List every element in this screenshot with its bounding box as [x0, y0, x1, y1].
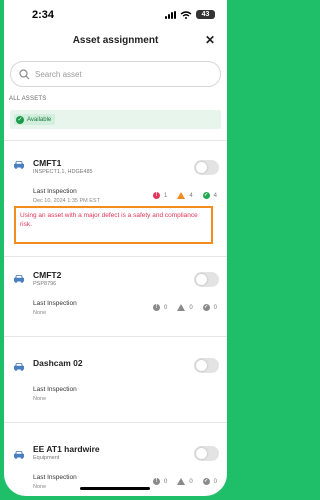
check-icon: ✓: [16, 115, 24, 124]
available-filter-chip[interactable]: ✓ Available: [14, 114, 56, 125]
ok-count: ✓ 0: [202, 304, 217, 311]
assign-toggle[interactable]: [194, 358, 219, 373]
chip-label: Available: [27, 116, 52, 123]
ok-icon: ✓: [202, 304, 210, 311]
vehicle-icon: [14, 451, 24, 459]
minor-defect-icon: [177, 478, 186, 485]
status-icons: 43: [165, 10, 215, 19]
battery-icon: 43: [196, 10, 215, 19]
inspection-label: Last Inspection: [33, 474, 77, 481]
section-label: ALL ASSETS: [9, 96, 47, 102]
signal-icon: [165, 10, 176, 19]
major-count: ! 0: [152, 478, 167, 485]
search-icon: [19, 68, 30, 79]
asset-name: CMFT1: [33, 158, 62, 168]
search-field[interactable]: [10, 61, 221, 87]
minor-defect-icon: [177, 304, 186, 311]
close-button[interactable]: ✕: [205, 33, 215, 47]
assign-toggle[interactable]: [194, 160, 219, 175]
assign-toggle[interactable]: [194, 272, 219, 287]
defect-counts: ! 1 4 ✓ 4: [152, 192, 217, 199]
page-title: Asset assignment: [72, 35, 159, 46]
defect-counts: ! 0 0 ✓ 0: [152, 478, 217, 485]
asset-name: CMFT2: [33, 270, 62, 280]
asset-subtitle: INSPECT1.1, HDGE485: [33, 169, 93, 175]
home-indicator: [80, 487, 150, 490]
ok-count: ✓ 4: [202, 192, 217, 199]
major-defect-icon: !: [152, 304, 160, 311]
vehicle-icon: [14, 275, 24, 283]
search-input[interactable]: [35, 69, 185, 79]
inspection-label: Last Inspection: [33, 188, 77, 195]
ok-icon: ✓: [202, 192, 210, 199]
wifi-icon: [180, 10, 192, 19]
inspection-label: Last Inspection: [33, 386, 77, 393]
asset-subtitle: PSP8796: [33, 281, 57, 287]
vehicle-icon: [14, 161, 24, 169]
divider: [4, 336, 227, 337]
ok-count: ✓ 0: [202, 478, 217, 485]
major-defect-icon: !: [152, 478, 160, 485]
major-defect-warning: Using an asset with a major defect is a …: [14, 206, 213, 244]
minor-defect-icon: [177, 192, 186, 199]
warning-text: Using an asset with a major defect is a …: [20, 212, 198, 228]
inspection-value: Dec 10, 2024 1:35 PM EST: [33, 198, 100, 204]
major-count: ! 0: [152, 304, 167, 311]
inspection-value: None: [33, 396, 47, 402]
divider: [4, 422, 227, 423]
major-defect-icon: !: [152, 192, 160, 199]
status-time: 2:34: [32, 9, 55, 21]
asset-subtitle: Equipment: [33, 455, 60, 461]
defect-counts: ! 0 0 ✓ 0: [152, 304, 217, 311]
divider: [4, 256, 227, 257]
minor-count: 0: [177, 478, 193, 485]
header: Asset assignment ✕: [4, 30, 227, 52]
inspection-value: None: [33, 484, 47, 490]
minor-count: 4: [177, 192, 193, 199]
ok-icon: ✓: [202, 478, 210, 485]
minor-count: 0: [177, 304, 193, 311]
assign-toggle[interactable]: [194, 446, 219, 461]
major-count: ! 1: [152, 192, 167, 199]
divider: [4, 140, 227, 141]
inspection-value: None: [33, 310, 47, 316]
asset-assignment-screen: 2:34 43 Asset assignment ✕ ALL ASSETS ✓ …: [4, 0, 227, 496]
inspection-label: Last Inspection: [33, 300, 77, 307]
asset-name: EE AT1 hardwire: [33, 444, 100, 454]
vehicle-icon: [14, 363, 24, 371]
asset-name: Dashcam 02: [33, 358, 83, 368]
status-bar: 2:34 43: [4, 0, 227, 30]
filter-bar: ✓ Available: [10, 110, 221, 129]
